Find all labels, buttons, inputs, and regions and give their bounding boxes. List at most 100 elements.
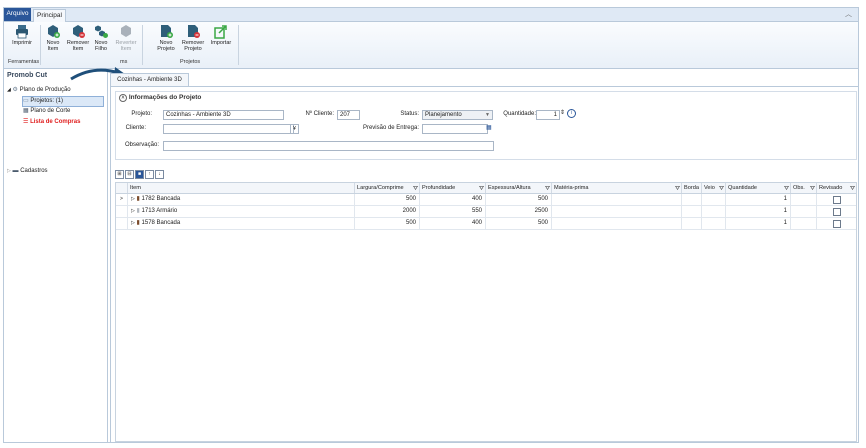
revisado-checkbox[interactable]: [833, 220, 841, 228]
tree-item-lista-compras[interactable]: ☰ Lista de Compras: [23, 118, 80, 127]
cell-item[interactable]: ▷ ▮ 1713 Armário: [128, 206, 355, 217]
collapse-circle-icon[interactable]: ˄: [119, 94, 127, 102]
tree-item-cadastros[interactable]: ▷ ▬ Cadastros: [7, 167, 48, 176]
group-ferramentas-label: Ferramentas: [8, 59, 40, 65]
expand-row-icon[interactable]: ▷: [131, 220, 135, 226]
move-down-icon[interactable]: ↓: [155, 170, 164, 179]
tree-item-plano-corte[interactable]: ▦ Plano de Corte: [23, 107, 70, 116]
cell-largura[interactable]: 500: [355, 194, 420, 205]
expand-row-icon[interactable]: ▷: [131, 196, 135, 202]
project-info-header[interactable]: ˄ Informações do Projeto: [119, 94, 201, 102]
header-materia-label: Matéria-prima: [554, 185, 589, 191]
header-item[interactable]: Item: [128, 183, 355, 193]
tree-label-lista-compras: Lista de Compras: [30, 119, 81, 125]
cell-veio[interactable]: [702, 206, 726, 217]
observacao-field[interactable]: [163, 141, 494, 151]
filter-icon[interactable]: ⛛: [810, 184, 815, 193]
cell-borda[interactable]: [682, 206, 702, 217]
cabinet-item-icon: ▮: [136, 208, 140, 214]
cell-item[interactable]: ▷ ▮ 1578 Bancada: [128, 218, 355, 229]
collapse-ribbon-icon[interactable]: ︿: [845, 9, 852, 19]
info-icon[interactable]: i: [567, 109, 576, 118]
table-row[interactable]: > ▷ ▮ 1782 Bancada 500 400 500 1: [116, 194, 856, 206]
novo-item-button[interactable]: Novo Item: [42, 24, 64, 52]
cell-espessura[interactable]: 500: [486, 218, 552, 229]
remover-projeto-button[interactable]: Remover Projeto: [180, 24, 206, 52]
cell-borda[interactable]: [682, 194, 702, 205]
remover-item-button[interactable]: Remover Item: [66, 24, 90, 52]
cliente-dropdown-icon[interactable]: ¥: [290, 124, 299, 134]
header-obs[interactable]: Obs. ⛛: [791, 183, 817, 193]
chevron-down-icon[interactable]: ▼: [485, 111, 490, 119]
header-profundidade[interactable]: Profundidade ⛛: [420, 183, 486, 193]
filter-icon[interactable]: ⛛: [545, 184, 550, 193]
filter-icon[interactable]: ⛛: [784, 184, 789, 193]
cell-largura[interactable]: 2000: [355, 206, 420, 217]
calendar-icon[interactable]: ▦: [486, 124, 492, 131]
table-row[interactable]: ▷ ▮ 1713 Armário 2000 550 2500 1: [116, 206, 856, 218]
cliente-field[interactable]: [163, 124, 294, 134]
header-materia[interactable]: Matéria-prima ⛛: [552, 183, 682, 193]
cell-materia[interactable]: [552, 194, 682, 205]
select-icon[interactable]: ■: [135, 170, 144, 179]
stepper-arrows-icon[interactable]: ⇕: [560, 109, 565, 116]
project-content: ˄ Informações do Projeto Projeto: Cozinh…: [110, 86, 858, 442]
header-quantidade[interactable]: Quantidade ⛛: [726, 183, 791, 193]
move-up-icon[interactable]: ↑: [145, 170, 154, 179]
table-row[interactable]: ▷ ▮ 1578 Bancada 500 400 500 1: [116, 218, 856, 230]
filter-icon[interactable]: ⛛: [675, 184, 680, 193]
cell-quantidade[interactable]: 1: [726, 206, 791, 217]
quantidade-stepper[interactable]: 1: [536, 110, 560, 120]
tree-item-projetos[interactable]: ▭ Projetos: (1): [22, 96, 104, 107]
header-borda-label: Borda: [684, 185, 699, 191]
cell-quantidade[interactable]: 1: [726, 218, 791, 229]
tab-arquivo[interactable]: Arquivo: [4, 8, 31, 21]
filter-icon[interactable]: ⛛: [413, 184, 418, 193]
remover-item-label2: Item: [72, 46, 84, 52]
filter-icon[interactable]: ⛛: [719, 184, 724, 193]
header-largura[interactable]: Largura/Comprime ⛛: [355, 183, 420, 193]
revisado-checkbox[interactable]: [833, 208, 841, 216]
projeto-field[interactable]: Cozinhas - Ambiente 3D: [163, 110, 284, 120]
revisado-checkbox[interactable]: [833, 196, 841, 204]
cell-largura[interactable]: 500: [355, 218, 420, 229]
cell-obs[interactable]: [791, 206, 817, 217]
cell-profundidade[interactable]: 400: [420, 218, 486, 229]
expand-row-icon[interactable]: ▷: [131, 208, 135, 214]
cell-profundidade[interactable]: 550: [420, 206, 486, 217]
filter-icon[interactable]: ⛛: [850, 184, 855, 193]
previsao-field[interactable]: [422, 124, 488, 134]
ncliente-field[interactable]: 207: [337, 110, 360, 120]
expand-triangle-icon[interactable]: ◢: [7, 87, 11, 93]
cell-veio[interactable]: [702, 218, 726, 229]
document-tab[interactable]: Cozinhas - Ambiente 3D: [110, 73, 189, 86]
collapse-all-icon[interactable]: ⊟: [125, 170, 134, 179]
filter-icon[interactable]: ⛛: [479, 184, 484, 193]
cell-obs[interactable]: [791, 218, 817, 229]
tab-principal[interactable]: Principal: [33, 9, 66, 22]
tree-item-plano-producao[interactable]: ◢ ⚙ Plano de Produção: [7, 86, 71, 95]
header-espessura[interactable]: Espessura/Altura ⛛: [486, 183, 552, 193]
cell-quantidade[interactable]: 1: [726, 194, 791, 205]
header-veio[interactable]: Veio ⛛: [702, 183, 726, 193]
cell-borda[interactable]: [682, 218, 702, 229]
header-revisado[interactable]: Revisado ⛛: [817, 183, 856, 193]
cell-espessura[interactable]: 2500: [486, 206, 552, 217]
cell-materia[interactable]: [552, 206, 682, 217]
cell-profundidade[interactable]: 400: [420, 194, 486, 205]
novo-filho-button[interactable]: Novo Filho: [90, 24, 112, 52]
status-select[interactable]: Planejamento ▼: [422, 110, 493, 120]
expand-all-icon[interactable]: ⊞: [115, 170, 124, 179]
importar-button[interactable]: Importar: [208, 24, 234, 46]
novo-projeto-button[interactable]: Novo Projeto: [154, 24, 178, 52]
navigation-pane: Promob Cut ◢ ⚙ Plano de Produção ▭ Proje…: [4, 69, 108, 442]
cell-espessura[interactable]: 500: [486, 194, 552, 205]
cell-veio[interactable]: [702, 194, 726, 205]
imprimir-button[interactable]: Imprimir: [10, 24, 34, 46]
header-borda[interactable]: Borda: [682, 183, 702, 193]
cell-materia[interactable]: [552, 218, 682, 229]
reverter-item-button[interactable]: Reverter Item: [114, 24, 138, 52]
cell-item[interactable]: ▷ ▮ 1782 Bancada: [128, 194, 355, 205]
cell-obs[interactable]: [791, 194, 817, 205]
expand-arrow-icon[interactable]: ▷: [7, 168, 11, 174]
